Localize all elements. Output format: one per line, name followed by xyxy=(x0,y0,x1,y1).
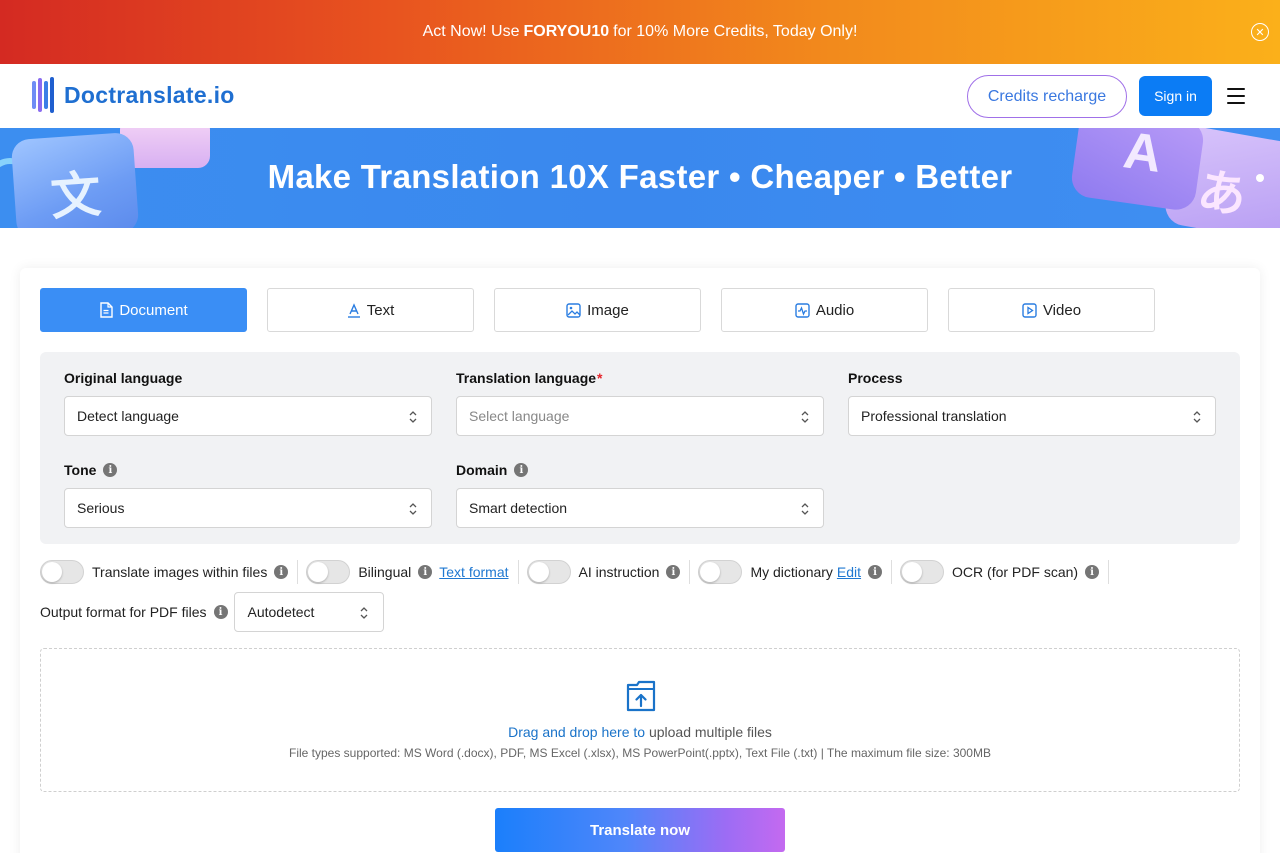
tab-audio-label: Audio xyxy=(815,301,855,319)
tab-document-label: Document xyxy=(119,301,188,319)
video-icon xyxy=(1022,302,1037,318)
logo[interactable]: Doctranslate.io xyxy=(32,77,235,113)
logo-text: Doctranslate.io xyxy=(64,81,235,108)
logo-mark-icon xyxy=(32,77,58,113)
tab-image[interactable]: Image xyxy=(494,288,701,332)
divider xyxy=(297,560,299,584)
chevron-updown-icon xyxy=(801,503,809,515)
settings-panel: Original language Detect language Transl… xyxy=(40,352,1240,544)
translate-images-label: Translate images within files xyxy=(92,564,268,580)
divider xyxy=(517,560,519,584)
edit-dictionary-link[interactable]: Edit xyxy=(837,564,861,580)
hero-banner: 文 あ A Make Translation 10X Faster • Chea… xyxy=(0,128,1280,228)
tab-audio[interactable]: Audio xyxy=(721,288,928,332)
promo-banner: Act Now! Use FORYOU10 for 10% More Credi… xyxy=(0,0,1280,64)
supported-file-types: File types supported: MS Word (.docx), P… xyxy=(289,746,991,760)
sign-in-button[interactable]: Sign in xyxy=(1139,76,1212,116)
menu-icon[interactable] xyxy=(1227,88,1245,104)
promo-text-before: Act Now! Use xyxy=(422,23,520,40)
promo-text-after: for 10% More Credits, Today Only! xyxy=(613,23,858,40)
ocr-label: OCR (for PDF scan) xyxy=(952,564,1079,580)
info-icon[interactable]: i xyxy=(213,605,228,619)
bilingual-label: Bilingual xyxy=(358,564,412,580)
required-mark: * xyxy=(597,370,603,386)
my-dictionary-toggle[interactable] xyxy=(698,560,743,584)
tab-video-label: Video xyxy=(1042,301,1082,319)
text-icon xyxy=(347,302,360,318)
output-format-row: Output format for PDF files i Autodetect xyxy=(40,592,384,632)
info-icon[interactable]: i xyxy=(514,463,529,477)
drop-instructions: Drag and drop here to upload multiple fi… xyxy=(41,724,1239,740)
credits-recharge-button[interactable]: Credits recharge xyxy=(967,75,1127,118)
tab-video[interactable]: Video xyxy=(948,288,1155,332)
info-icon[interactable]: i xyxy=(868,565,883,579)
tab-image-label: Image xyxy=(587,301,629,319)
process-label: Process xyxy=(848,370,903,386)
divider xyxy=(689,560,691,584)
output-format-label: Output format for PDF files xyxy=(40,604,207,620)
tab-text[interactable]: Text xyxy=(267,288,474,332)
upload-file-icon xyxy=(626,680,656,712)
ocr-toggle[interactable] xyxy=(900,560,945,584)
close-icon[interactable]: ✕ xyxy=(1251,23,1269,41)
chevron-updown-icon xyxy=(409,411,417,423)
file-drop-zone[interactable]: Drag and drop here to upload multiple fi… xyxy=(40,648,1240,792)
domain-label: Domain i xyxy=(456,462,529,478)
original-language-label: Original language xyxy=(64,370,183,386)
info-icon[interactable]: i xyxy=(274,565,289,579)
hero-title: Make Translation 10X Faster • Cheaper • … xyxy=(267,158,1013,195)
translate-now-button[interactable]: Translate now xyxy=(495,808,785,852)
document-icon xyxy=(100,302,114,318)
chevron-updown-icon xyxy=(1193,411,1201,423)
ai-instruction-toggle[interactable] xyxy=(526,560,571,584)
info-icon[interactable]: i xyxy=(666,565,681,579)
translation-language-label: Translation language * xyxy=(456,370,603,386)
info-icon[interactable]: i xyxy=(103,463,118,477)
my-dictionary-label: My dictionary xyxy=(750,564,833,580)
info-icon[interactable]: i xyxy=(1085,565,1100,579)
tab-document[interactable]: Document xyxy=(40,288,247,332)
translate-images-toggle[interactable] xyxy=(40,560,84,584)
info-icon[interactable]: i xyxy=(418,565,433,579)
tone-label: Tone i xyxy=(64,462,118,478)
translation-language-select[interactable]: Select language xyxy=(456,396,824,436)
drop-rest-text: upload multiple files xyxy=(648,724,772,740)
text-format-link[interactable]: Text format xyxy=(439,564,508,580)
process-select[interactable]: Professional translation xyxy=(848,396,1216,436)
tone-select[interactable]: Serious xyxy=(64,488,432,528)
translation-card: Document Text Image Audio Video Original… xyxy=(20,268,1260,853)
domain-select[interactable]: Smart detection xyxy=(456,488,824,528)
bilingual-toggle[interactable] xyxy=(306,560,351,584)
audio-icon xyxy=(795,302,810,318)
chevron-updown-icon xyxy=(801,411,809,423)
options-row: Translate images within files i Bilingua… xyxy=(40,560,1117,584)
original-language-select[interactable]: Detect language xyxy=(64,396,432,436)
image-icon xyxy=(566,302,581,318)
chevron-updown-icon xyxy=(409,503,417,515)
site-header: Doctranslate.io Credits recharge Sign in xyxy=(0,64,1280,128)
promo-code: FORYOU10 xyxy=(523,23,610,40)
divider xyxy=(1108,560,1110,584)
ai-instruction-label: AI instruction xyxy=(578,564,660,580)
tab-text-label: Text xyxy=(366,301,395,319)
output-format-select[interactable]: Autodetect xyxy=(233,592,384,632)
drop-link-text: Drag and drop here to xyxy=(508,724,646,740)
divider xyxy=(891,560,893,584)
chevron-updown-icon xyxy=(360,607,367,619)
